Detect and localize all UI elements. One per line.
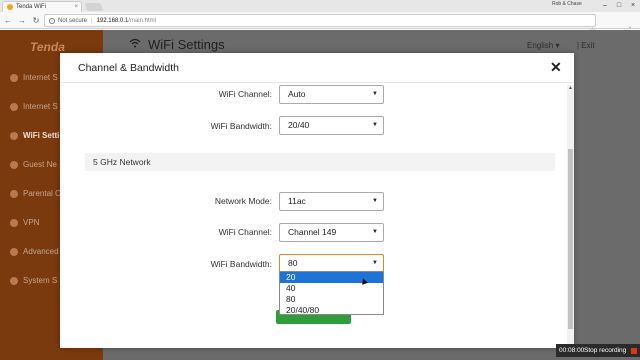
window-close-icon[interactable]: ×: [626, 0, 640, 12]
stop-recording-button[interactable]: Stop recording: [584, 347, 631, 354]
sidebar-item-parental-control[interactable]: Parental C: [10, 189, 61, 198]
dropdown-option[interactable]: 20/40/80: [280, 305, 383, 316]
forward-icon[interactable]: →: [16, 16, 28, 25]
advanced-icon: [10, 247, 18, 256]
info-icon[interactable]: i: [49, 17, 55, 24]
sidebar-item-label: VPN: [23, 218, 40, 227]
sidebar-item-guest-network[interactable]: Guest Ne: [10, 160, 57, 169]
network-mode-select-5g[interactable]: 11ac ▼: [279, 192, 384, 211]
new-tab-button[interactable]: [84, 3, 104, 11]
select-value: Auto: [288, 89, 306, 99]
bandwidth-dropdown-list[interactable]: 20 40 80 20/40/80: [279, 271, 384, 315]
select-value: Channel 149: [288, 227, 337, 237]
dropdown-option[interactable]: 40: [280, 283, 383, 294]
reload-icon[interactable]: ↻: [30, 16, 42, 25]
dropdown-arrow-icon: ▼: [372, 260, 378, 266]
wifi-bandwidth-select-24g[interactable]: 20/40 ▼: [279, 116, 384, 135]
address-separator: |: [91, 17, 93, 24]
select-value: 80: [288, 258, 298, 268]
minimize-icon[interactable]: –: [598, 0, 612, 12]
status-icon: [10, 102, 18, 111]
sidebar-item-system-settings[interactable]: System S: [10, 276, 57, 285]
guest-icon: [10, 160, 18, 169]
sidebar-item-label: Parental C: [23, 189, 61, 198]
dropdown-option[interactable]: 80: [280, 294, 383, 305]
tenda-logo: Tenda: [30, 40, 65, 54]
sidebar-item-vpn[interactable]: VPN: [10, 218, 39, 227]
window-controls: – □ ×: [598, 0, 640, 12]
network-mode-label: Network Mode:: [214, 196, 272, 206]
channel-bandwidth-dialog: Channel & Bandwidth ✕ ▲ WiFi Channel: Au…: [60, 53, 574, 348]
dropdown-arrow-icon: ▼: [372, 91, 378, 97]
wifi-channel-select-24g[interactable]: Auto ▼: [279, 85, 384, 104]
address-bar[interactable]: i Not secure | 192.168.0.1 /main.html: [44, 14, 596, 27]
close-icon[interactable]: ✕: [550, 59, 562, 76]
vpn-icon: [10, 218, 18, 227]
dialog-body: WiFi Channel: Auto ▼ WiFi Bandwidth: 20/…: [60, 84, 574, 348]
parental-icon: [10, 189, 18, 198]
sidebar-item-advanced[interactable]: Advanced: [10, 247, 59, 256]
wifi-icon: [10, 131, 18, 140]
wifi-bandwidth-label: WiFi Bandwidth:: [210, 121, 272, 131]
language-select[interactable]: English ▾: [527, 41, 559, 50]
tenda-favicon-icon: [7, 4, 13, 10]
stop-square-icon[interactable]: [631, 347, 637, 354]
page-title: WiFi Settings: [148, 37, 225, 52]
select-value: 11ac: [288, 196, 306, 206]
dropdown-arrow-icon: ▼: [372, 122, 378, 128]
dialog-header: Channel & Bandwidth ✕: [60, 53, 574, 83]
globe-icon: [10, 73, 18, 82]
recording-widget: 00:08:00 Stop recording: [556, 344, 640, 357]
url-host: 192.168.0.1: [96, 17, 129, 24]
browser-toolbar: ← → ↻ i Not secure | 192.168.0.1 /main.h…: [0, 12, 640, 35]
sidebar-item-label: Advanced: [23, 247, 59, 256]
sidebar-item-internet-settings[interactable]: Internet S: [10, 73, 58, 82]
maximize-icon[interactable]: □: [612, 0, 626, 12]
sidebar-item-wifi-settings[interactable]: WiFi Setti: [10, 131, 59, 140]
browser-tab[interactable]: Tenda WiFi ×: [2, 1, 82, 12]
wifi-channel-label: WiFi Channel:: [218, 89, 272, 99]
wifi-icon: [129, 38, 141, 51]
select-value: 20/40: [288, 120, 310, 130]
dialog-title: Channel & Bandwidth: [78, 62, 179, 74]
section-5ghz: 5 GHz Network: [85, 153, 555, 171]
page-header: WiFi Settings English ▾ | Exit: [103, 30, 640, 52]
tab-close-icon[interactable]: ×: [74, 4, 78, 10]
sidebar-item-label: WiFi Setti: [23, 131, 60, 140]
wifi-bandwidth-label: WiFi Bandwidth:: [210, 259, 272, 269]
sidebar-item-label: Internet S: [23, 102, 58, 111]
url-path: /main.html: [128, 17, 156, 24]
exit-link[interactable]: | Exit: [577, 41, 595, 50]
dropdown-arrow-icon: ▼: [372, 198, 378, 204]
sidebar-item-internet-status[interactable]: Internet S: [10, 102, 58, 111]
back-icon[interactable]: ←: [2, 16, 14, 25]
security-status: Not secure: [58, 17, 88, 24]
sidebar-item-label: Internet S: [23, 73, 58, 82]
profile-name[interactable]: Rob & Chase: [552, 1, 582, 7]
wifi-channel-select-5g[interactable]: Channel 149 ▼: [279, 223, 384, 242]
dropdown-arrow-icon: ▼: [372, 229, 378, 235]
section-title: 5 GHz Network: [93, 157, 151, 167]
recording-timer: 00:08:00: [559, 347, 585, 354]
browser-tabbar: Tenda WiFi × Rob & Chase – □ ×: [0, 0, 640, 12]
wifi-channel-label: WiFi Channel:: [218, 227, 272, 237]
tab-title: Tenda WiFi: [16, 4, 47, 10]
system-icon: [10, 276, 18, 285]
sidebar-item-label: Guest Ne: [23, 160, 57, 169]
sidebar-item-label: System S: [23, 276, 58, 285]
